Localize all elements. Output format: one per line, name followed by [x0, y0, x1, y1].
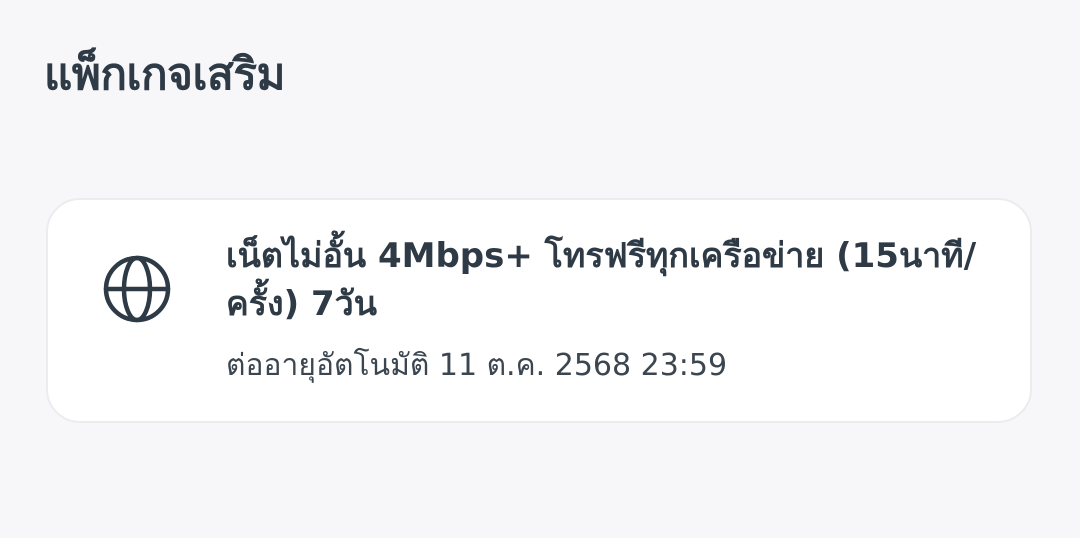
globe-icon: [102, 254, 172, 324]
addon-package-details: เน็ตไม่อั้น 4Mbps+ โทรฟรีทุกเครือข่าย (1…: [226, 232, 986, 386]
auto-renew-date: ต่ออายุอัตโนมัติ 11 ต.ค. 2568 23:59: [226, 348, 728, 383]
addon-package-card[interactable]: เน็ตไม่อั้น 4Mbps+ โทรฟรีทุกเครือข่าย (1…: [46, 198, 1032, 423]
section-title: แพ็กเกจเสริม: [44, 49, 286, 100]
package-name: เน็ตไม่อั้น 4Mbps+ โทรฟรีทุกเครือข่าย (1…: [226, 236, 977, 324]
